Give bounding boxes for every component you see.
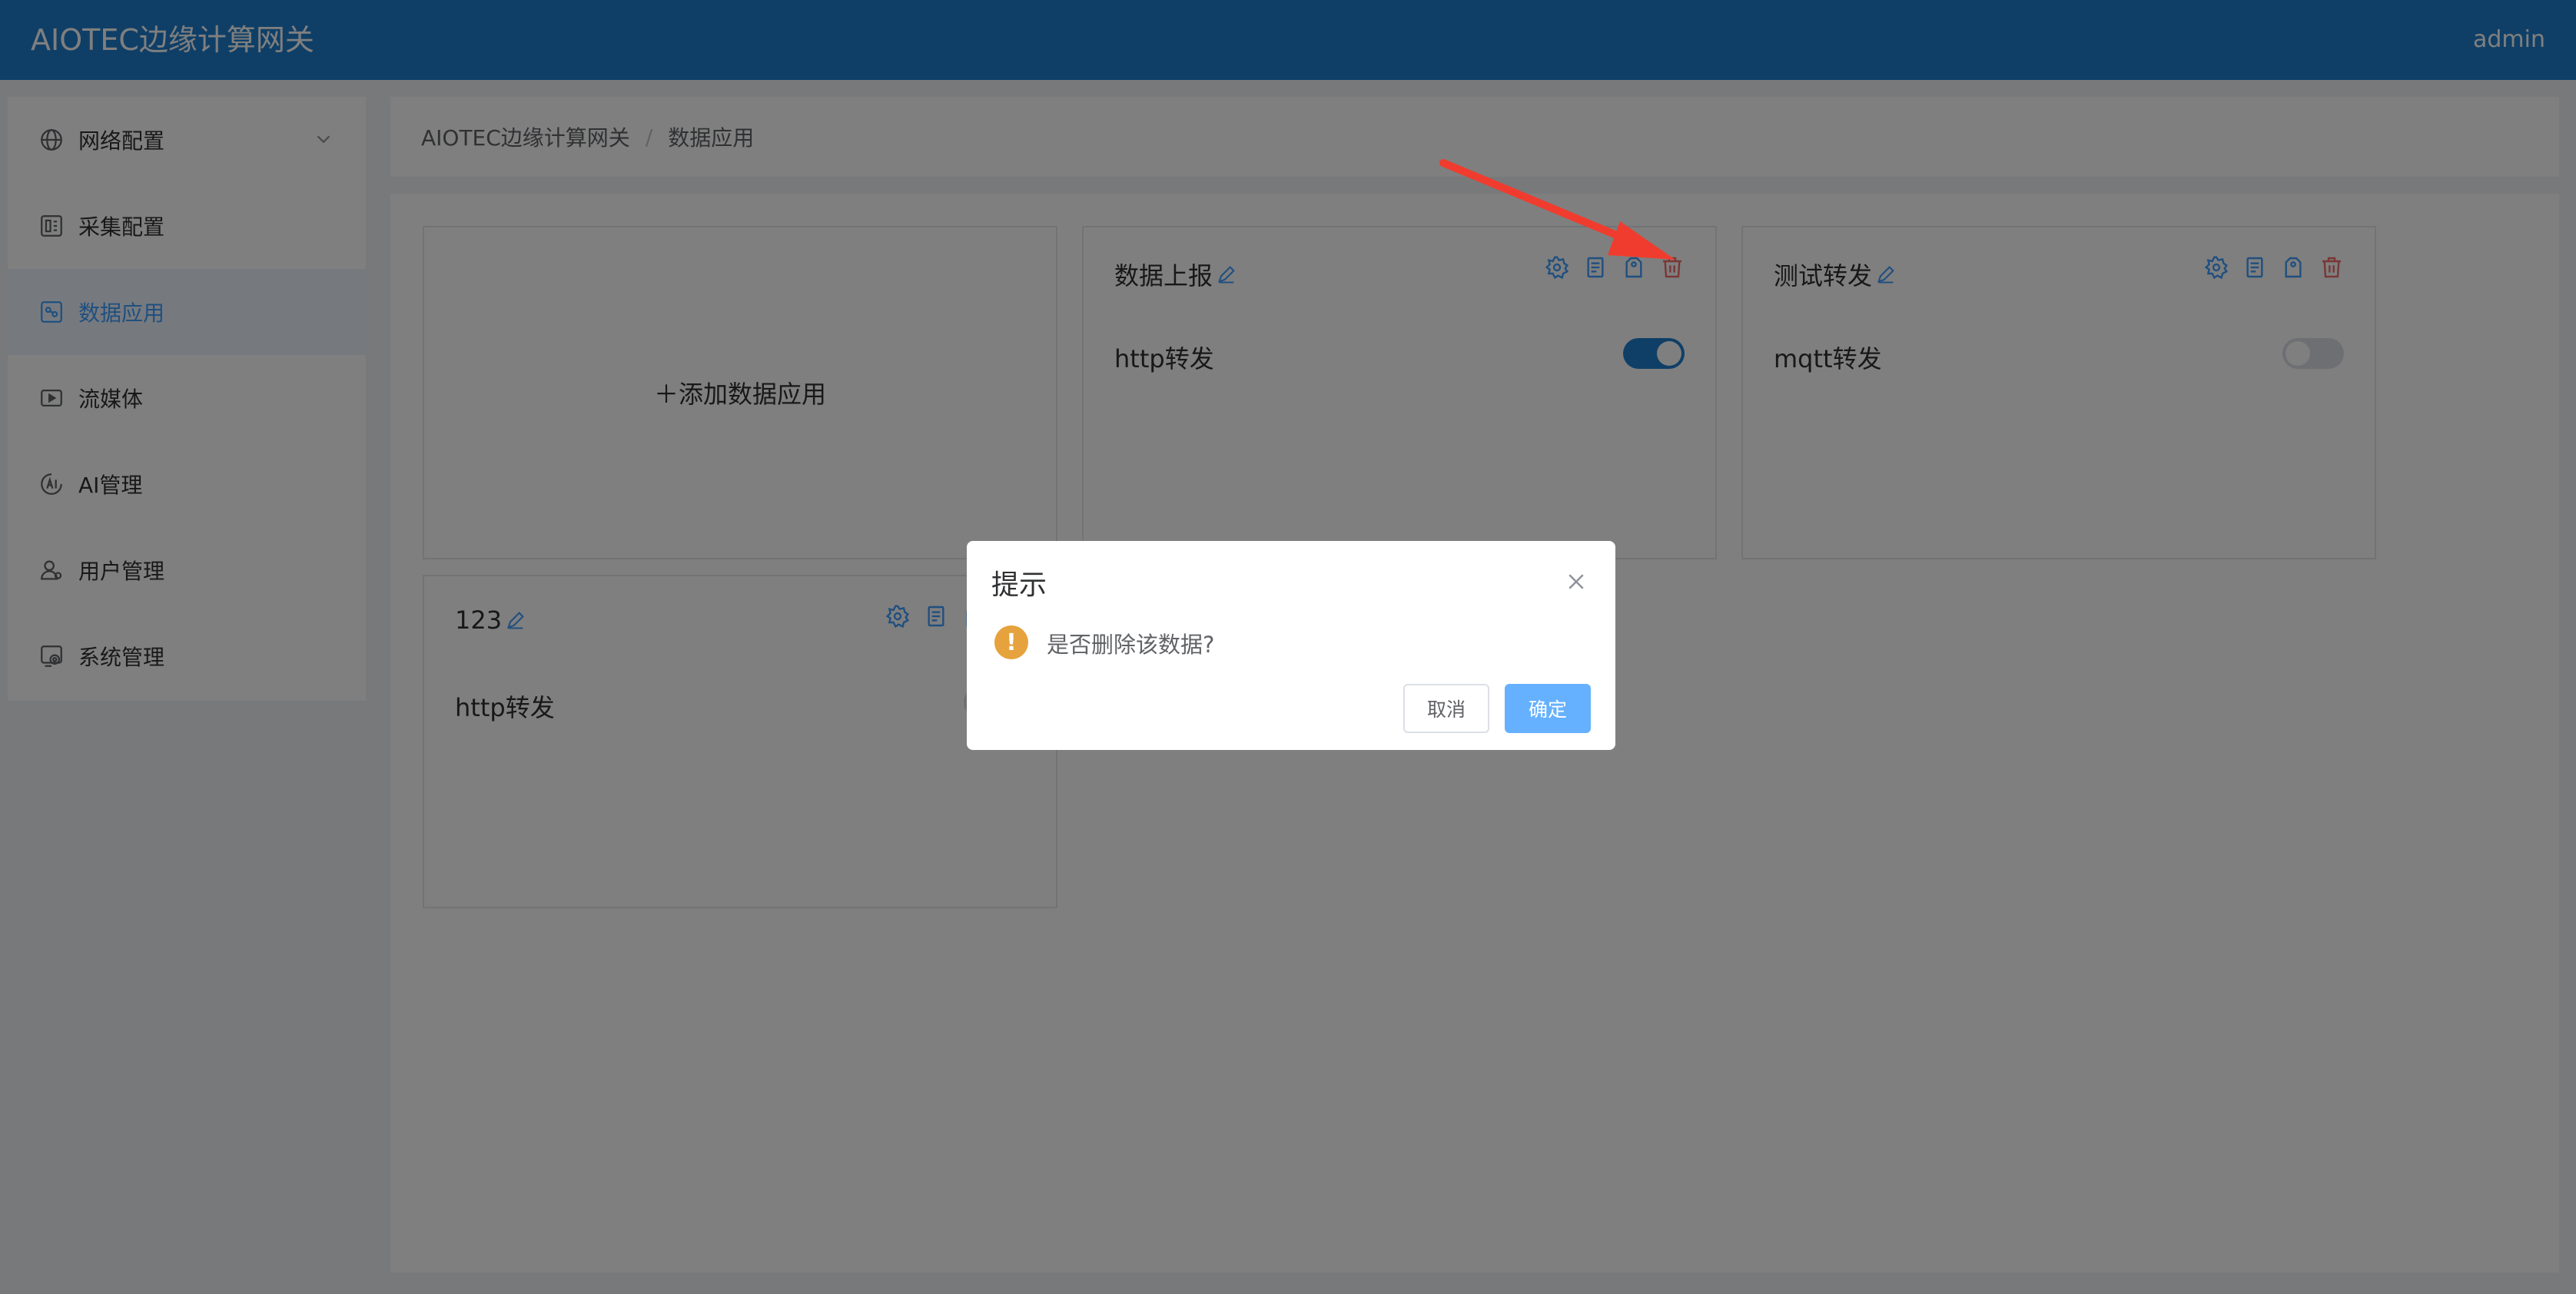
confirm-dialog: 提示 ! 是否删除该数据? 取消 确定 [967,541,1615,750]
dialog-message: 是否删除该数据? [1047,632,1215,658]
warning-icon: ! [994,625,1028,659]
cancel-button[interactable]: 取消 [1403,684,1489,733]
dialog-title: 提示 [991,569,1047,601]
close-icon[interactable] [1565,570,1588,593]
confirm-button[interactable]: 确定 [1505,684,1591,733]
